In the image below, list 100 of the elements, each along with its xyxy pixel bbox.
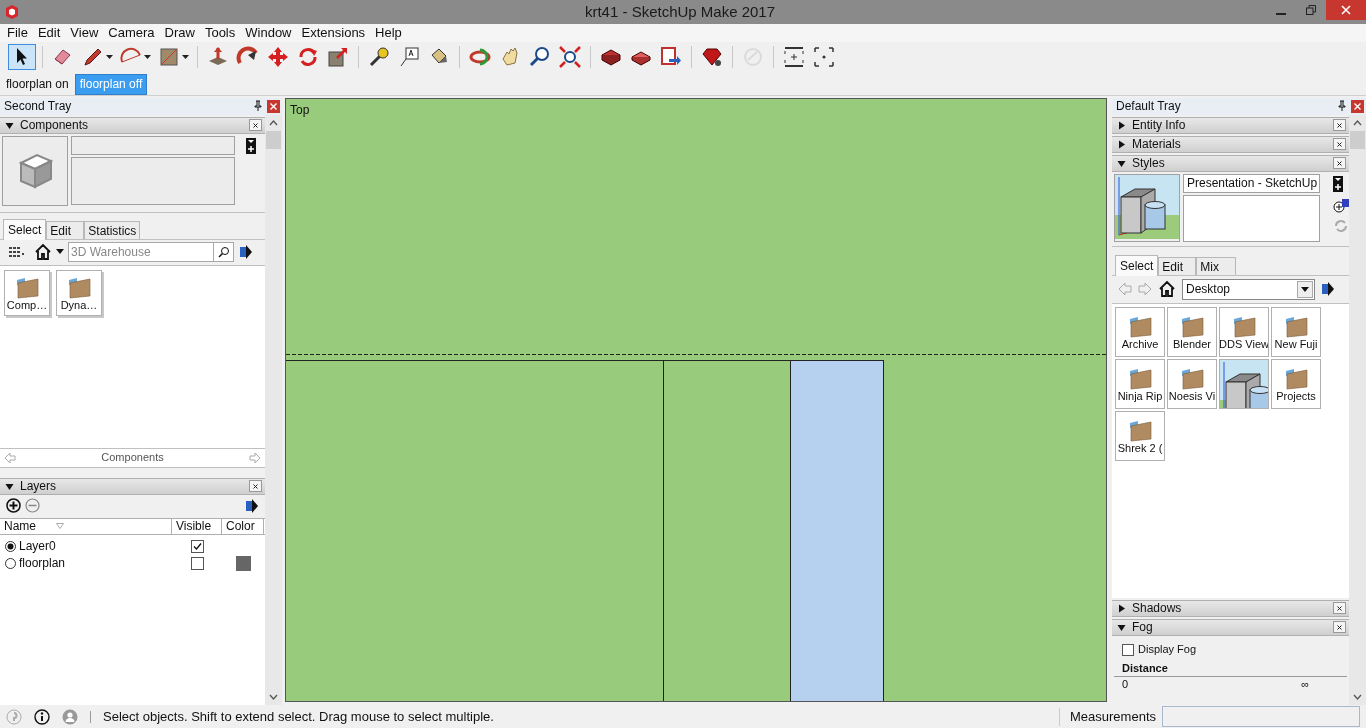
panel-title: Components [20,117,89,135]
measurements-field[interactable] [1162,706,1360,728]
menu-item[interactable]: Tools [199,23,241,43]
tab[interactable]: Select [3,218,47,240]
panel-header[interactable]: Styles [1112,154,1349,172]
checkbox-label[interactable]: Display Fog [1138,641,1197,658]
style-item[interactable]: Noesis Vi [1167,358,1217,409]
panel-header[interactable]: Materials [1112,135,1349,153]
tab[interactable]: Edit [1158,256,1197,275]
visibility-checkbox[interactable] [190,539,204,553]
component-item[interactable]: Dyna… [56,269,102,316]
panel-title: Materials [1132,136,1181,154]
close-icon [1354,102,1361,110]
panel-header[interactable]: Layers [0,477,265,495]
column-header[interactable]: Visible [172,518,222,534]
panel-header[interactable]: Shadows [1112,599,1349,617]
panel-header[interactable]: Entity Info [1112,116,1349,134]
column-header[interactable]: Color [222,518,264,534]
menu-item[interactable]: File [2,23,33,43]
section-label: Distance [1114,659,1347,677]
tab[interactable]: Edit [46,220,85,239]
column-label: Visible [176,518,212,534]
location-dropdown[interactable]: Desktop [1182,278,1315,300]
frame-icon [812,44,836,69]
layer-name[interactable]: floorplan [19,554,66,573]
grid-icon [9,247,25,258]
color-swatch[interactable] [235,555,251,571]
close-icon [1341,5,1351,15]
style-item[interactable] [1219,358,1269,409]
search-button[interactable] [214,242,234,263]
style-item[interactable]: Archive [1115,306,1165,357]
style-item[interactable]: Shrek 2 ( [1115,410,1165,461]
description-field[interactable] [1183,194,1320,242]
details-arrow-icon[interactable] [245,497,259,514]
home-icon[interactable] [34,243,52,262]
description-field[interactable] [71,156,235,205]
caret-icon [144,54,151,59]
details-icon[interactable] [246,137,256,154]
scrollbar-thumb[interactable] [266,130,281,149]
nav-label: Components [100,450,165,466]
app-logo-icon [4,4,20,20]
pin-icon[interactable] [1337,100,1347,113]
home-icon[interactable] [1158,280,1176,299]
style-name-field[interactable]: Presentation - SketchUp [1183,173,1320,193]
add-style-icon[interactable] [1333,196,1351,213]
checkbox[interactable] [1122,643,1134,656]
menu-item[interactable]: Draw [159,23,200,43]
style-item[interactable]: Projects [1271,358,1321,409]
scrollbar[interactable] [265,114,282,705]
details-icon[interactable] [1333,175,1343,192]
tab[interactable]: Select [1115,254,1159,276]
menu-item[interactable]: Extensions [296,23,371,43]
view-label: Top [290,101,310,119]
menu-item[interactable]: Edit [32,23,66,43]
tape-measure-icon [367,44,391,69]
restore-icon [1306,5,1316,15]
details-arrow-icon[interactable] [239,244,253,261]
menu-item[interactable]: Help [370,23,407,43]
status-message: Select objects. Shift to extend select. Drag mouse to select multiple. [103,708,494,727]
panel-header[interactable]: Components [0,116,265,134]
close-button[interactable] [1333,621,1346,634]
item-label: Dyna… [60,298,98,312]
panel-title: Shadows [1132,600,1182,618]
layer-name[interactable]: Layer0 [19,537,56,556]
visibility-checkbox[interactable] [190,556,204,570]
panel-header[interactable]: Fog [1112,618,1349,636]
add-icon[interactable] [6,498,21,514]
menu-item[interactable]: View [65,23,104,43]
user-icon[interactable] [62,708,78,725]
radio-button[interactable] [5,540,16,552]
toolbar-button[interactable] [556,43,584,70]
menu-item[interactable]: Camera [103,23,160,43]
close-button[interactable] [249,480,262,493]
style-item[interactable]: Ninja Rip [1115,358,1165,409]
scrollbar[interactable] [1349,114,1366,705]
close-icon [1337,605,1342,611]
viewport[interactable]: Top [285,97,1107,702]
tab[interactable]: Statistics [84,220,141,239]
caret-icon [182,54,189,59]
close-button[interactable] [1333,602,1346,615]
close-button[interactable] [1333,138,1346,151]
style-item[interactable]: Blender [1167,306,1217,357]
radio-button[interactable] [5,557,16,569]
tab[interactable]: Mix [1196,256,1237,275]
scrollbar-thumb[interactable] [1350,130,1365,149]
toolbar-button[interactable] [8,43,36,70]
info-icon[interactable] [34,708,50,725]
column-header[interactable]: Name [0,518,172,534]
item-label: New Fuji [1274,337,1318,351]
name-field[interactable] [71,135,235,155]
details-arrow-icon[interactable] [1321,281,1335,298]
item-label: Ninja Rip [1117,389,1163,403]
menu-item[interactable]: Window [240,23,297,43]
component-item[interactable]: Comp… [4,269,50,316]
close-button[interactable] [249,119,262,132]
search-field[interactable]: 3D Warehouse [68,242,214,263]
style-item[interactable]: New Fuji [1271,306,1321,357]
close-button[interactable] [1333,119,1346,132]
pin-icon[interactable] [253,100,263,113]
close-button[interactable] [1333,157,1346,170]
